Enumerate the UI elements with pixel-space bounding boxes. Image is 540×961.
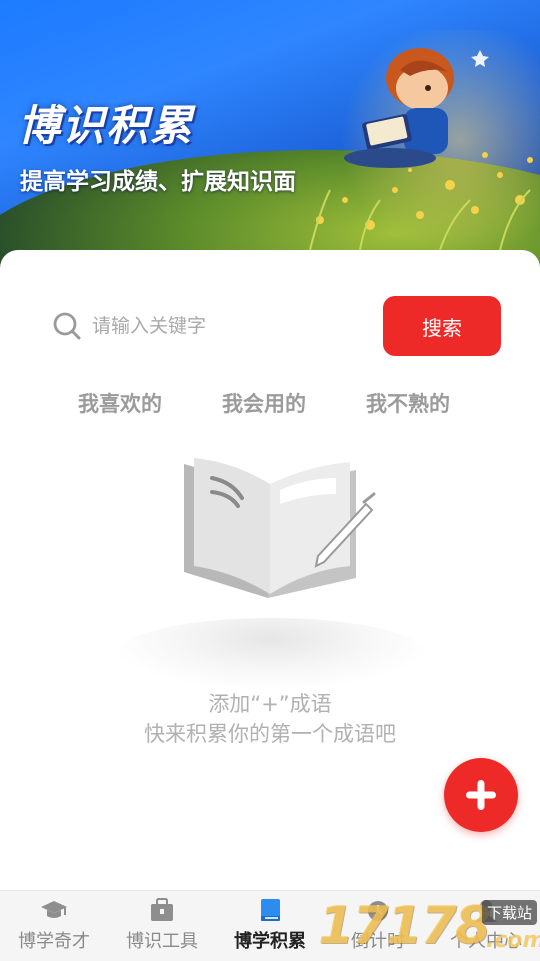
nav-label: 博学奇才 bbox=[18, 931, 90, 952]
graduation-cap-icon bbox=[41, 901, 67, 918]
empty-state-message: 快来积累你的第一个成语吧 bbox=[144, 722, 396, 746]
filter-tabs: 我喜欢的 我会用的 我不熟的 bbox=[0, 388, 540, 428]
plus-icon bbox=[466, 780, 496, 810]
reading-child-illustration bbox=[344, 48, 489, 168]
book-shadow bbox=[118, 618, 424, 688]
watermark-numbers: 17178 bbox=[318, 896, 491, 956]
search-button[interactable]: 搜索 bbox=[383, 296, 501, 356]
open-book-icon bbox=[184, 458, 376, 598]
nav-item-tools[interactable]: 博识工具 bbox=[108, 891, 216, 961]
tab-can-use[interactable]: 我会用的 bbox=[222, 388, 306, 418]
hero-banner: 博识积累 提高学习成绩、扩展知识面 bbox=[0, 0, 540, 290]
add-idiom-button[interactable] bbox=[444, 758, 518, 832]
hero-subtitle: 提高学习成绩、扩展知识面 bbox=[20, 169, 296, 195]
search-input[interactable] bbox=[90, 314, 354, 338]
watermark-suffix: .com bbox=[486, 928, 540, 953]
watermark-tag: 下载站 bbox=[482, 900, 538, 925]
site-watermark: 17178 下载站 .com bbox=[318, 894, 540, 960]
search-icon bbox=[53, 312, 81, 340]
hero-title: 博识积累 bbox=[18, 101, 195, 150]
search-bar bbox=[52, 310, 372, 342]
book-icon bbox=[261, 899, 280, 921]
tab-favorites[interactable]: 我喜欢的 bbox=[78, 388, 162, 418]
nav-item-accumulate[interactable]: 博学积累 bbox=[216, 891, 324, 961]
nav-label: 博识工具 bbox=[126, 931, 198, 952]
nav-item-scholar[interactable]: 博学奇才 bbox=[0, 891, 108, 961]
tab-unfamiliar[interactable]: 我不熟的 bbox=[366, 388, 450, 418]
toolbox-icon bbox=[151, 898, 173, 921]
empty-state-hint: 添加“+”成语 bbox=[208, 692, 332, 716]
main-card: 搜索 我喜欢的 我会用的 我不熟的 添加“+”成语 快来积累你的第一个成语吧 bbox=[0, 250, 540, 890]
nav-label: 博学积累 bbox=[234, 931, 306, 952]
